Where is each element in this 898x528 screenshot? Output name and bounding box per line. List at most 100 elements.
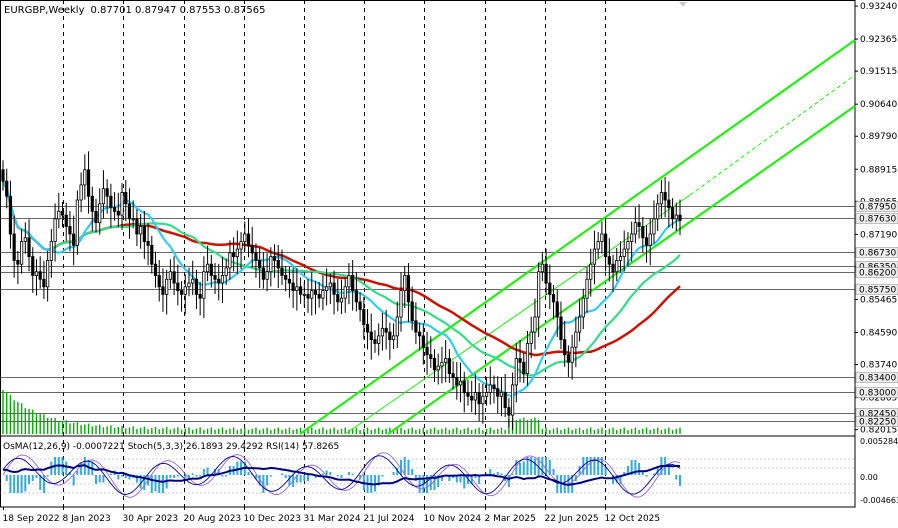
candle-body: [395, 316, 399, 337]
osma-bar: [206, 467, 209, 475]
trend-channel[interactable]: [299, 39, 856, 435]
x-tick-label: 20 Aug 2023: [184, 514, 242, 524]
osma-bar: [42, 475, 45, 493]
candle-body: [209, 263, 213, 276]
candle-body: [295, 286, 299, 291]
candle-body: [418, 331, 422, 337]
candle-body: [19, 241, 24, 265]
candle-body: [16, 259, 20, 265]
candle-body: [406, 275, 411, 303]
osma-bar: [280, 473, 283, 475]
candle-body: [339, 297, 344, 303]
candle-body: [232, 252, 236, 258]
candle-body: [217, 278, 221, 284]
time-axis: 18 Sep 2022 8 Jan 2023 30 Apr 2023 20 Aug 2…: [3, 507, 660, 524]
osma-bar: [94, 475, 97, 484]
candle-body: [98, 203, 102, 224]
candle-body: [75, 199, 79, 246]
candle-body: [477, 392, 481, 405]
candle-body: [38, 271, 42, 280]
candle-body: [589, 263, 593, 280]
osma-bar: [176, 475, 179, 477]
candle-body: [503, 392, 507, 408]
candle-body: [23, 237, 27, 242]
candle-body: [34, 271, 39, 276]
level-label: 0.86200: [859, 269, 896, 279]
level-label: 0.85750: [859, 286, 896, 296]
candle-body: [429, 354, 433, 359]
level-label: 0.83400: [859, 374, 896, 384]
candle-body: [272, 256, 277, 261]
candle-body: [276, 259, 280, 269]
candle-body: [626, 241, 630, 250]
candle-body: [581, 297, 585, 318]
candle-body: [436, 365, 440, 371]
osma-bar: [117, 475, 120, 480]
candle-body: [139, 226, 143, 235]
candle-body: [153, 263, 158, 276]
candle-body: [198, 293, 202, 299]
candle-body: [172, 271, 176, 284]
x-tick-label: 10 Dec 2023: [244, 514, 302, 524]
osma-bar: [225, 475, 228, 477]
candle-body: [641, 226, 645, 239]
candle-body: [488, 384, 492, 393]
level-label: 0.87630: [859, 215, 896, 225]
candle-body: [496, 388, 500, 397]
osma-bar: [24, 475, 27, 492]
osma-bar: [519, 463, 522, 475]
candle-body: [83, 169, 87, 186]
candle-body: [343, 286, 347, 299]
osma-bar: [284, 475, 287, 478]
osma-bar: [150, 475, 153, 493]
candle-body: [425, 346, 429, 356]
osma-bar: [102, 475, 105, 483]
candle-body: [220, 275, 225, 284]
candle-body: [410, 301, 414, 322]
osma-bar: [269, 475, 272, 477]
triangle-down-icon[interactable]: [679, 2, 687, 7]
candle-body: [332, 282, 336, 295]
candle-body: [72, 233, 76, 246]
y-tick-label: 0.87190: [860, 230, 897, 240]
price-chart[interactable]: 0.93240 0.92365 0.91515 0.90640 0.89790 0.889…: [0, 0, 898, 528]
candle-body: [261, 267, 265, 280]
osma-bar: [184, 475, 187, 478]
level-label: 0.83000: [859, 389, 896, 399]
candle-body: [555, 301, 559, 318]
candle-body: [298, 286, 303, 295]
candle-body: [250, 244, 254, 254]
candle-body: [566, 354, 571, 363]
candle-body: [168, 271, 172, 280]
candle-body: [313, 290, 318, 295]
candle-body: [618, 256, 623, 261]
osma-bar: [321, 473, 324, 475]
candle-body: [354, 290, 358, 303]
candle-body: [142, 226, 146, 242]
candle-body: [64, 214, 68, 227]
x-tick-label: 21 Jul 2024: [364, 514, 415, 524]
candle-body: [525, 343, 530, 375]
osma-bar: [530, 457, 533, 475]
candle-body: [656, 203, 660, 220]
osma-bar: [154, 475, 157, 492]
level-label: 0.86730: [859, 249, 896, 259]
osma-bar: [500, 473, 503, 475]
candle-body: [116, 210, 120, 216]
osma-bar: [202, 469, 205, 475]
osma-bar: [303, 475, 306, 481]
osma-bar: [597, 457, 600, 475]
candle-body: [351, 275, 355, 291]
osma-bar: [46, 475, 49, 477]
candle-body: [321, 290, 325, 299]
candle-body: [135, 218, 139, 235]
x-tick-label: 30 Apr 2023: [123, 514, 179, 524]
indicator-pane: [0, 452, 855, 498]
candle-body: [551, 293, 556, 303]
candle-body: [86, 169, 91, 197]
candle-body: [306, 293, 310, 299]
osma-bar: [381, 475, 384, 477]
osma-bar: [9, 475, 12, 493]
candle-body: [432, 358, 437, 371]
candle-body: [577, 316, 582, 333]
